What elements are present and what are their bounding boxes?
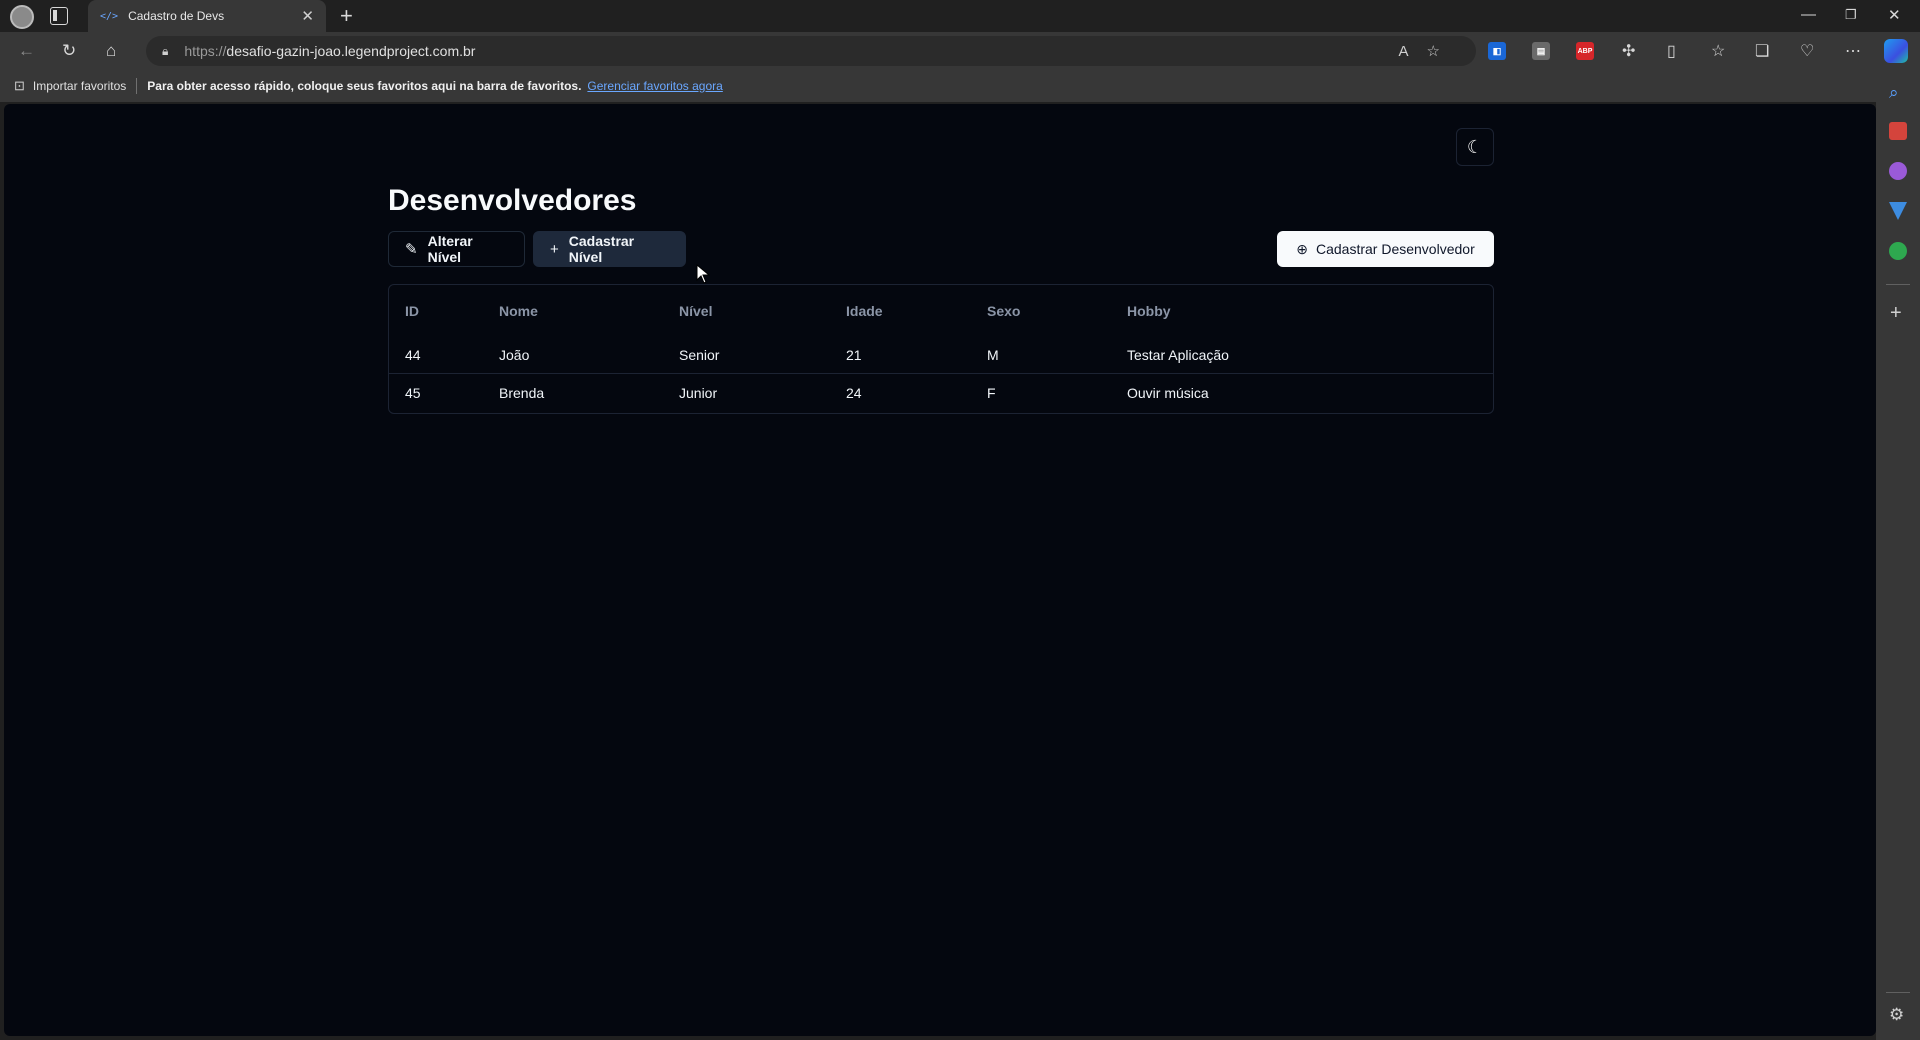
header-hobby: Hobby: [1127, 303, 1171, 319]
extension-screenshot-icon[interactable]: ▤: [1532, 42, 1550, 60]
favorites-divider: [136, 78, 138, 94]
add-developer-button[interactable]: ⊕ Cadastrar Desenvolvedor: [1277, 231, 1494, 267]
url-protocol: https://: [184, 43, 227, 59]
cell-nome: João: [499, 347, 530, 363]
add-icon[interactable]: +: [1890, 302, 1908, 324]
cell-nivel: Senior: [679, 347, 720, 363]
gear-icon[interactable]: ⚙: [1889, 1005, 1907, 1024]
cell-hobby: Ouvir música: [1127, 384, 1209, 401]
collections-icon[interactable]: ❏: [1755, 41, 1769, 61]
favorites-message: Para obter acesso rápido, coloque seus f…: [147, 79, 582, 93]
minimize-icon[interactable]: —: [1801, 6, 1816, 23]
import-favorites-link[interactable]: Importar favoritos: [33, 79, 126, 93]
add-level-button[interactable]: + Cadastrar Nível: [533, 231, 686, 267]
new-tab-icon[interactable]: +: [340, 3, 353, 29]
manage-favorites-link[interactable]: Gerenciar favoritos agora: [587, 79, 722, 93]
read-aloud-favorite-icons[interactable]: A☆: [1399, 42, 1458, 60]
cell-idade: 24: [846, 384, 862, 401]
cell-hobby: Testar Aplicação: [1127, 347, 1229, 363]
plus-icon: +: [550, 240, 559, 258]
extension-translate-icon[interactable]: ◧: [1488, 42, 1506, 60]
cell-idade: 21: [846, 347, 862, 363]
cell-id: 44: [405, 347, 421, 363]
extensions-icon[interactable]: ✣: [1622, 41, 1635, 61]
browser-tab-active[interactable]: </> Cadastro de Devs ✕: [88, 0, 326, 32]
code-icon: </>: [100, 10, 119, 22]
cell-id: 45: [405, 384, 421, 401]
restore-icon[interactable]: ❐: [1845, 7, 1857, 23]
sidebar-app-icon[interactable]: [1889, 162, 1907, 180]
tab-actions-icon[interactable]: [50, 7, 68, 25]
browser-sidebar: ⌕ + ⚙: [1876, 70, 1920, 1040]
theme-toggle-button[interactable]: ☾: [1456, 128, 1494, 166]
import-favorites-icon: ⊡: [14, 78, 25, 93]
pencil-icon: ✎: [405, 241, 418, 258]
favorites-bar: ⊡ Importar favoritos Para obter acesso r…: [0, 70, 1876, 102]
close-window-icon[interactable]: ✕: [1888, 6, 1901, 24]
add-level-label: Cadastrar Nível: [568, 233, 635, 265]
cell-nivel: Junior: [679, 384, 718, 401]
search-icon[interactable]: ⌕: [1889, 83, 1907, 102]
tab-title: Cadastro de Devs: [128, 9, 225, 23]
lock-icon[interactable]: 🔒︎: [162, 44, 168, 59]
moon-icon: ☾: [1466, 136, 1484, 157]
header-nome: Nome: [499, 303, 538, 319]
header-nivel: Nível: [679, 303, 713, 319]
split-screen-icon[interactable]: ▯: [1667, 41, 1676, 61]
table-row[interactable]: 44 João Senior 21 M Testar Aplicação: [389, 337, 1493, 374]
favorites-icon[interactable]: ☆: [1711, 41, 1725, 61]
page-viewport: ☾ Desenvolvedores ✎ Alterar Nível + Cada…: [4, 104, 1876, 1036]
reload-icon[interactable]: ↻: [62, 41, 76, 61]
more-options-icon[interactable]: ⋯: [1845, 41, 1861, 61]
profile-avatar[interactable]: [10, 5, 34, 29]
close-tab-icon[interactable]: ✕: [301, 7, 314, 25]
sidebar-divider-bottom: [1886, 992, 1910, 993]
add-developer-label: Cadastrar Desenvolvedor: [1315, 241, 1475, 257]
home-icon[interactable]: ⌂: [106, 41, 116, 61]
back-icon[interactable]: ←: [18, 41, 35, 61]
table-header: ID Nome Nível Idade Sexo Hobby: [389, 299, 1493, 323]
url-host: desafio-gazin-joao.legendproject.com.br: [226, 43, 476, 59]
header-idade: Idade: [846, 303, 883, 319]
extension-adblock-icon[interactable]: ABP: [1576, 42, 1594, 60]
edit-level-label: Alterar Nível: [427, 233, 473, 265]
developers-table: ID Nome Nível Idade Sexo Hobby 44 João S…: [388, 284, 1494, 414]
sidebar-divider: [1886, 284, 1910, 285]
cell-nome: Brenda: [499, 384, 545, 401]
header-id: ID: [405, 303, 419, 319]
edit-level-button[interactable]: ✎ Alterar Nível: [388, 231, 525, 267]
page-title: Desenvolvedores: [388, 184, 637, 217]
copilot-icon[interactable]: [1884, 39, 1908, 63]
plus-circle-icon: ⊕: [1296, 240, 1308, 257]
send-icon[interactable]: [1889, 202, 1907, 220]
browser-tab-strip: </> Cadastro de Devs ✕ + — ❐ ✕: [0, 0, 1920, 32]
tools-icon[interactable]: [1889, 122, 1907, 140]
sidebar-app-green-icon[interactable]: [1889, 242, 1907, 260]
header-sexo: Sexo: [987, 303, 1021, 319]
address-toolbar: ← ↻ ⌂ 🔒︎ https:// desafio-gazin-joao.leg…: [0, 32, 1920, 70]
browser-essentials-icon[interactable]: ♡: [1800, 41, 1814, 61]
table-row[interactable]: 45 Brenda Junior 24 F Ouvir música: [389, 374, 1493, 411]
address-bar[interactable]: 🔒︎ https:// desafio-gazin-joao.legendpro…: [146, 36, 1476, 66]
cell-sexo: M: [987, 347, 999, 363]
cell-sexo: F: [987, 384, 996, 401]
